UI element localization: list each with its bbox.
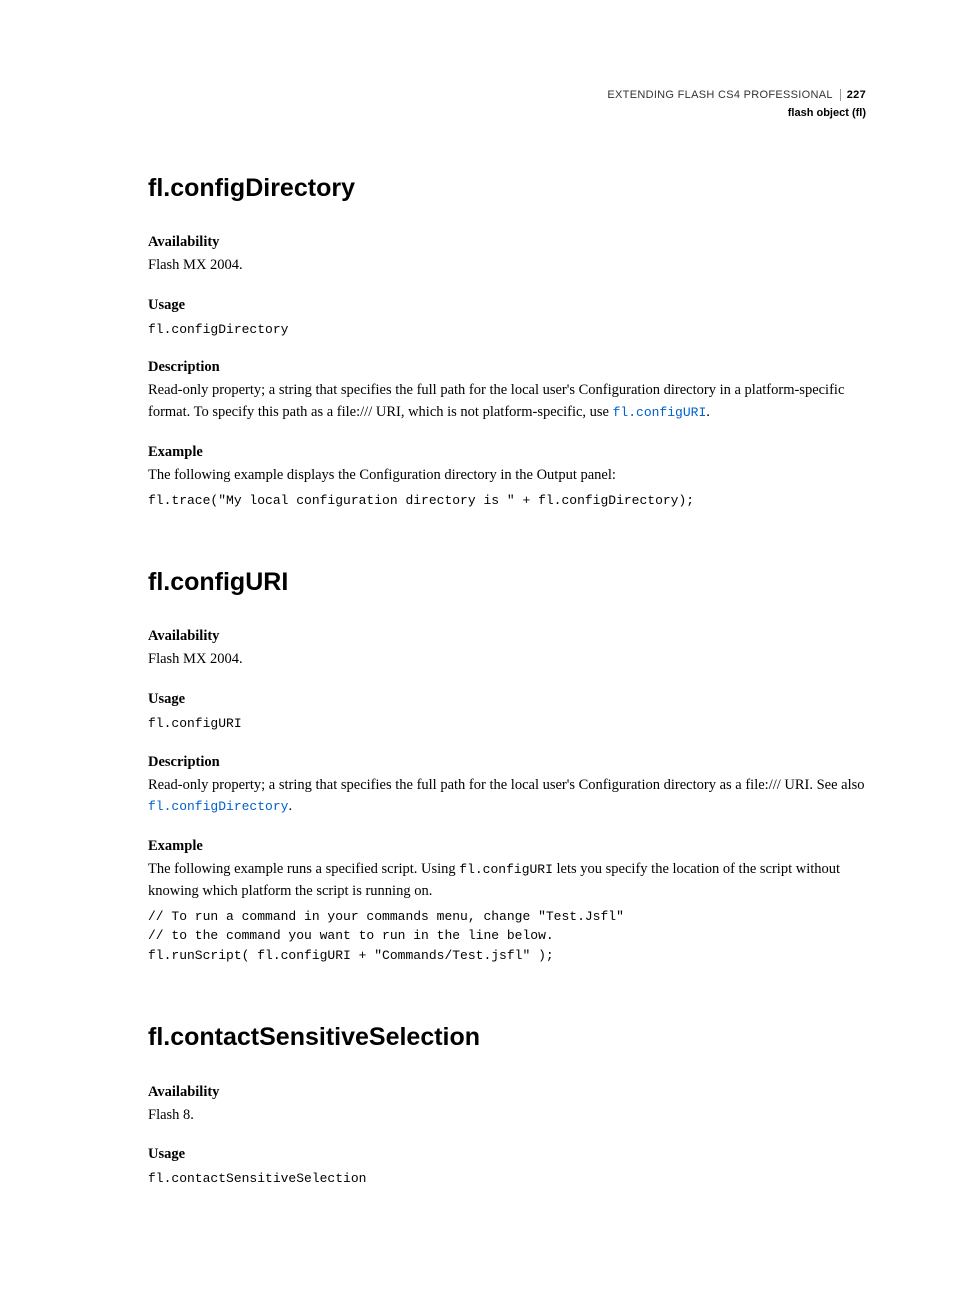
example-code: // To run a command in your commands men… xyxy=(148,907,866,966)
description-label: Description xyxy=(148,752,866,773)
description-text-before: Read-only property; a string that specif… xyxy=(148,382,844,420)
availability-text: Flash MX 2004. xyxy=(148,255,866,277)
page-header: EXTENDING FLASH CS4 PROFESSIONAL 227 fla… xyxy=(148,88,866,122)
section-contactsensitiveselection: fl.contactSensitiveSelection Availabilit… xyxy=(148,1019,866,1189)
usage-block: Usage fl.configURI xyxy=(148,689,866,734)
example-block: Example The following example runs a spe… xyxy=(148,836,866,965)
section-title: fl.contactSensitiveSelection xyxy=(148,1019,866,1055)
header-page-number: 227 xyxy=(840,89,866,101)
usage-label: Usage xyxy=(148,1144,866,1165)
link-configdirectory[interactable]: fl.configDirectory xyxy=(148,799,288,814)
availability-text: Flash 8. xyxy=(148,1105,866,1127)
example-text-before: The following example runs a specified s… xyxy=(148,861,459,877)
description-text-after: . xyxy=(288,798,292,814)
section-title: fl.configDirectory xyxy=(148,170,866,206)
usage-code: fl.configURI xyxy=(148,714,866,734)
usage-block: Usage fl.configDirectory xyxy=(148,295,866,340)
description-text-before: Read-only property; a string that specif… xyxy=(148,777,865,793)
usage-label: Usage xyxy=(148,689,866,710)
availability-block: Availability Flash 8. xyxy=(148,1082,866,1127)
example-text: The following example runs a specified s… xyxy=(148,859,866,903)
description-text-after: . xyxy=(706,404,710,420)
example-inline-code: fl.configURI xyxy=(459,862,553,877)
availability-label: Availability xyxy=(148,626,866,647)
section-title: fl.configURI xyxy=(148,564,866,600)
availability-block: Availability Flash MX 2004. xyxy=(148,626,866,671)
example-text: The following example displays the Confi… xyxy=(148,465,866,487)
header-book-line: EXTENDING FLASH CS4 PROFESSIONAL 227 xyxy=(148,88,866,104)
usage-block: Usage fl.contactSensitiveSelection xyxy=(148,1144,866,1189)
example-label: Example xyxy=(148,442,866,463)
description-text: Read-only property; a string that specif… xyxy=(148,775,866,819)
description-block: Description Read-only property; a string… xyxy=(148,357,866,424)
availability-block: Availability Flash MX 2004. xyxy=(148,232,866,277)
example-block: Example The following example displays t… xyxy=(148,442,866,510)
example-code: fl.trace("My local configuration directo… xyxy=(148,491,866,511)
description-block: Description Read-only property; a string… xyxy=(148,752,866,819)
description-text: Read-only property; a string that specif… xyxy=(148,380,866,424)
availability-text: Flash MX 2004. xyxy=(148,649,866,671)
usage-code: fl.contactSensitiveSelection xyxy=(148,1169,866,1189)
section-configuri: fl.configURI Availability Flash MX 2004.… xyxy=(148,564,866,965)
availability-label: Availability xyxy=(148,232,866,253)
example-label: Example xyxy=(148,836,866,857)
section-configdirectory: fl.configDirectory Availability Flash MX… xyxy=(148,170,866,510)
header-book-title: EXTENDING FLASH CS4 PROFESSIONAL xyxy=(607,89,832,101)
usage-code: fl.configDirectory xyxy=(148,320,866,340)
header-chapter: flash object (fl) xyxy=(148,106,866,122)
usage-label: Usage xyxy=(148,295,866,316)
availability-label: Availability xyxy=(148,1082,866,1103)
link-configuri[interactable]: fl.configURI xyxy=(613,405,707,420)
description-label: Description xyxy=(148,357,866,378)
page-container: EXTENDING FLASH CS4 PROFESSIONAL 227 fla… xyxy=(0,0,954,1303)
